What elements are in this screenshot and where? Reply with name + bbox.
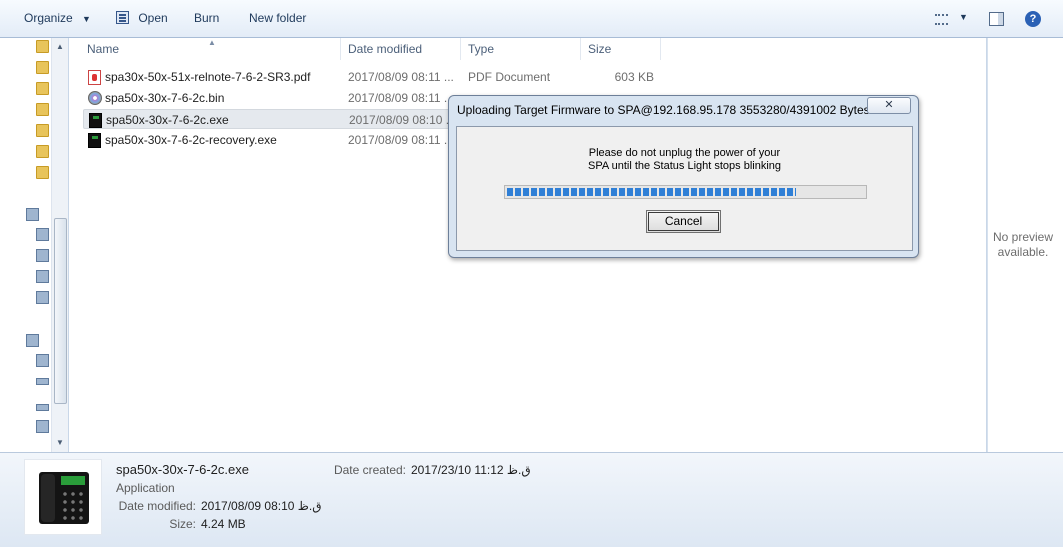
help-icon[interactable]: ?: [1025, 11, 1041, 27]
column-size-label: Size: [588, 42, 612, 56]
documents-icon[interactable]: [36, 228, 49, 241]
phone-app-icon: [88, 133, 101, 148]
file-name: spa30x-50x-51x-relnote-7-6-2-SR3.pdf: [105, 70, 311, 84]
column-name-label: Name: [87, 42, 120, 56]
ip-phone-icon: [39, 472, 89, 524]
pdf-icon: [88, 70, 101, 85]
details-created-label: Date created:: [333, 463, 406, 477]
folder-icon[interactable]: [36, 124, 49, 137]
dialog-body: Please do not unplug the power of your S…: [456, 126, 913, 251]
details-file-type: Application: [116, 481, 175, 495]
pictures-icon[interactable]: [36, 270, 49, 283]
folder-icon[interactable]: [36, 40, 49, 53]
close-button[interactable]: ✕: [867, 97, 911, 114]
file-name: spa50x-30x-7-6-2c.bin: [105, 91, 225, 105]
file-name: spa50x-30x-7-6-2c.exe: [106, 113, 229, 127]
details-created-value: 2017/23/10 ق.ظ 11:12: [411, 463, 531, 477]
file-date: 2017/08/09 08:11 ...: [348, 70, 454, 84]
file-row[interactable]: spa30x-50x-51x-relnote-7-6-2-SR3.pdf 201…: [83, 67, 663, 87]
folder-icon[interactable]: [36, 103, 49, 116]
folder-icon[interactable]: [36, 82, 49, 95]
folder-icon[interactable]: [36, 145, 49, 158]
command-bar: Organize ▼ Open Burn New folder ▼ ?: [0, 0, 1063, 38]
column-header-date-modified[interactable]: Date modified: [341, 38, 461, 60]
scrollbar-thumb[interactable]: [54, 218, 67, 404]
details-size-label: Size:: [169, 517, 196, 531]
drive-icon[interactable]: [36, 378, 49, 385]
file-name: spa50x-30x-7-6-2c-recovery.exe: [105, 133, 277, 147]
cancel-button[interactable]: Cancel: [646, 210, 721, 233]
navigation-pane: ▲ ▼: [0, 38, 68, 452]
upload-progress-bar: [504, 185, 867, 199]
firmware-upload-dialog: Uploading Target Firmware to SPA@192.168…: [448, 95, 919, 258]
details-size-value: 4.24 MB: [201, 517, 246, 531]
videos-icon[interactable]: [36, 291, 49, 304]
network-drive-icon[interactable]: [36, 420, 49, 433]
column-header-type[interactable]: Type: [461, 38, 581, 60]
preview-pane-toggle[interactable]: [989, 12, 1004, 26]
system-drive-icon[interactable]: [36, 354, 49, 367]
chevron-down-icon: ▼: [959, 12, 968, 22]
file-date: 2017/08/09 08:11 ...: [348, 133, 454, 147]
details-modified-label: Date modified:: [118, 499, 196, 513]
column-date-label: Date modified: [348, 42, 423, 56]
column-type-label: Type: [468, 42, 495, 56]
progress-fill: [507, 188, 796, 196]
computer-icon[interactable]: [26, 334, 39, 347]
organize-menu-button[interactable]: Organize ▼: [24, 11, 91, 29]
preview-pane: No preview available.: [987, 38, 1063, 452]
libraries-icon[interactable]: [26, 208, 39, 221]
details-modified-value: 2017/08/09 ق.ظ 08:10: [201, 499, 322, 513]
music-icon[interactable]: [36, 249, 49, 262]
sort-ascending-icon: ▲: [208, 38, 216, 47]
warning-line1: Please do not unplug the power of your: [588, 147, 781, 159]
dialog-title: Uploading Target Firmware to SPA@192.168…: [457, 103, 870, 117]
open-icon: [116, 11, 129, 24]
phone-app-icon: [89, 113, 102, 128]
burn-label: Burn: [194, 11, 220, 25]
new-folder-label: New folder: [249, 11, 307, 25]
warning-message: Please do not unplug the power of your S…: [457, 147, 912, 173]
nav-scrollbar[interactable]: ▲ ▼: [51, 38, 68, 452]
burn-button[interactable]: Burn: [194, 11, 219, 29]
file-size: 603 KB: [614, 70, 654, 84]
change-view-button[interactable]: ▼: [935, 12, 969, 28]
details-pane: spa50x-30x-7-6-2c.exe Application Date m…: [0, 452, 1063, 547]
column-header-name[interactable]: ▲ Name: [69, 38, 341, 60]
chevron-down-icon: ▼: [82, 14, 91, 24]
disc-icon: [88, 91, 102, 105]
scroll-up-icon[interactable]: ▲: [56, 42, 64, 51]
column-header-size[interactable]: Size: [581, 38, 661, 60]
new-folder-button[interactable]: New folder: [249, 11, 306, 29]
file-date: 2017/08/09 08:11 ...: [348, 91, 454, 105]
view-list-icon: [935, 14, 948, 25]
scroll-down-icon[interactable]: ▼: [56, 438, 64, 447]
open-button[interactable]: Open: [116, 11, 168, 29]
organize-label: Organize: [24, 11, 73, 25]
close-icon: ✕: [884, 99, 894, 111]
details-file-name: spa50x-30x-7-6-2c.exe: [116, 462, 249, 477]
warning-line2: SPA until the Status Light stops blinkin…: [587, 160, 782, 172]
file-date: 2017/08/09 08:10 ...: [349, 113, 456, 127]
no-preview-text: No preview available.: [988, 230, 1058, 260]
open-label: Open: [138, 11, 168, 25]
file-thumbnail: [24, 459, 102, 535]
drive-icon[interactable]: [36, 404, 49, 411]
no-preview-line1: No preview: [992, 230, 1054, 244]
folder-icon[interactable]: [36, 61, 49, 74]
no-preview-line2: available.: [997, 245, 1049, 259]
file-type: PDF Document: [468, 70, 551, 84]
folder-icon[interactable]: [36, 166, 49, 179]
